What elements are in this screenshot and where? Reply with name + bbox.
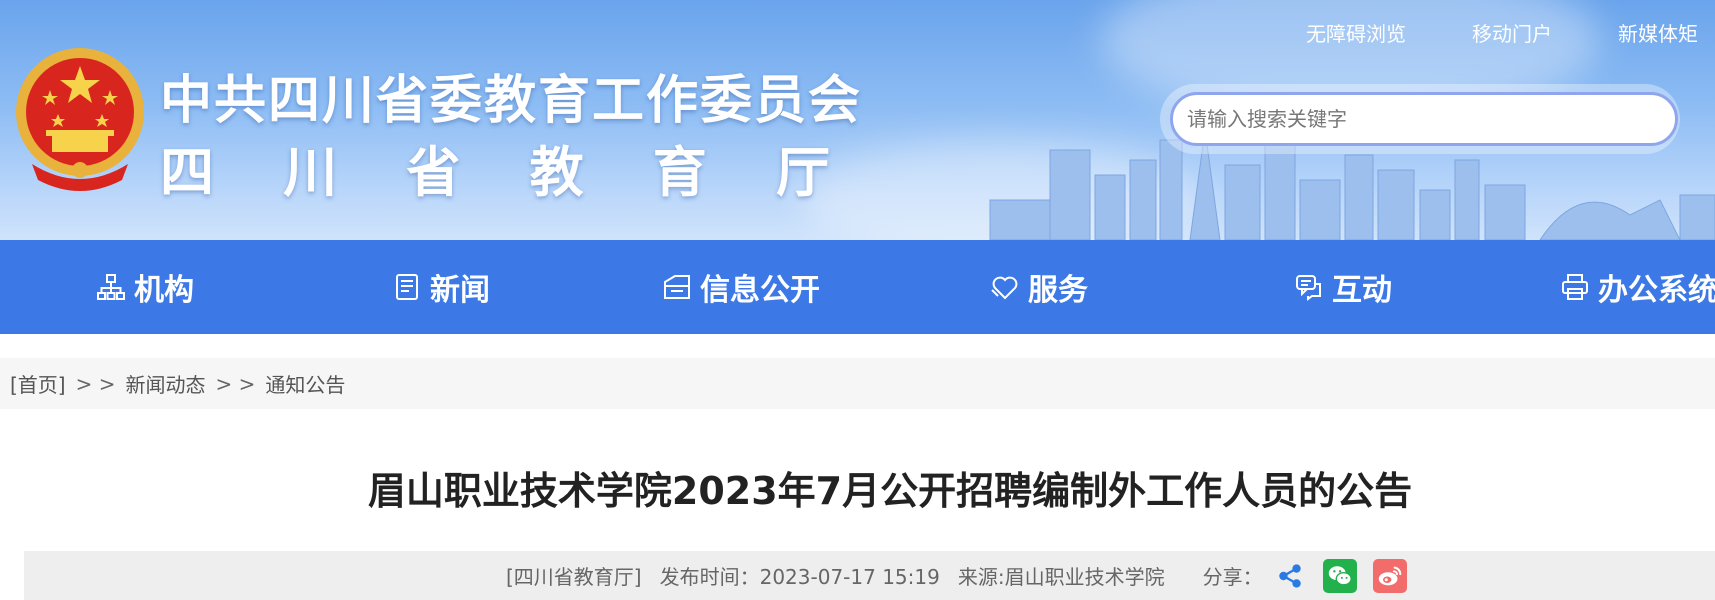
- new-media-link[interactable]: 新媒体矩: [1618, 18, 1698, 47]
- info-folder-icon: [664, 275, 690, 299]
- nav-item-label: 信息公开: [700, 273, 820, 308]
- breadcrumb-home-link[interactable]: [首页]: [10, 369, 66, 398]
- department-name-char: 四: [160, 141, 214, 204]
- publish-time-text: 发布时间：2023-07-17 15:19: [659, 565, 940, 589]
- printer-icon: [1562, 274, 1588, 300]
- main-nav: 机构 新闻 信息公开 服务 互动 办公系统: [0, 240, 1715, 334]
- nav-item-info-disclosure[interactable]: 信息公开: [662, 240, 820, 334]
- department-name-char: 教: [529, 141, 584, 204]
- article-meta-bar: [四川省教育厅] 发布时间：2023-07-17 15:19 来源:眉山职业技术…: [24, 551, 1715, 600]
- publisher-text: [四川省教育厅]: [506, 565, 642, 589]
- department-name-char: 川: [283, 141, 338, 204]
- national-emblem-logo: [16, 48, 144, 191]
- breadcrumb-news-link[interactable]: 新闻动态: [125, 369, 205, 398]
- heart-hand-icon: [991, 276, 1018, 300]
- nav-item-interaction[interactable]: 互动: [1294, 240, 1392, 334]
- org-chart-icon: [97, 274, 125, 300]
- site-header: 中共四川省委教育工作委员会 四 川 省 教 育 厅 无障碍浏览 移动门户 新媒体…: [0, 0, 1715, 240]
- nav-item-services[interactable]: 服务: [990, 240, 1088, 334]
- nav-item-organization[interactable]: 机构: [96, 240, 194, 334]
- breadcrumb-notice-link[interactable]: 通知公告: [265, 369, 345, 398]
- nav-item-label: 办公系统: [1598, 273, 1715, 308]
- accessibility-link[interactable]: 无障碍浏览: [1306, 18, 1406, 47]
- breadcrumb-separator: > >: [215, 371, 256, 396]
- site-title: 中共四川省委教育工作委员会: [160, 71, 863, 131]
- nav-item-label: 服务: [1028, 273, 1088, 308]
- department-name-char: 厅: [775, 141, 830, 204]
- share-icon[interactable]: [1273, 559, 1307, 593]
- search-input[interactable]: [1170, 92, 1678, 146]
- nav-item-label: 互动: [1332, 273, 1392, 308]
- source-text: 来源:眉山职业技术学院: [957, 565, 1165, 589]
- wechat-icon[interactable]: [1322, 558, 1357, 593]
- weibo-icon[interactable]: [1372, 558, 1407, 593]
- share-label: 分享：: [1202, 565, 1263, 589]
- nav-item-label: 机构: [134, 273, 194, 308]
- mobile-portal-link[interactable]: 移动门户: [1472, 18, 1552, 47]
- nav-item-news[interactable]: 新闻: [392, 240, 490, 334]
- nav-item-label: 新闻: [430, 273, 490, 308]
- top-links: 无障碍浏览 移动门户 新媒体矩: [1306, 18, 1715, 47]
- breadcrumb-separator: > >: [75, 371, 116, 396]
- nav-item-office-system[interactable]: 办公系统: [1560, 240, 1715, 334]
- chat-icon: [1296, 275, 1321, 301]
- article-title: 眉山职业技术学院2023年7月公开招聘编制外工作人员的公告: [367, 469, 1413, 513]
- department-name-char: 育: [652, 141, 707, 204]
- breadcrumb: [首页] > > 新闻动态 > > 通知公告: [0, 358, 1715, 409]
- department-name-char: 省: [406, 141, 461, 204]
- news-icon: [396, 274, 418, 300]
- department-name: 四 川 省 教 育 厅: [160, 128, 830, 207]
